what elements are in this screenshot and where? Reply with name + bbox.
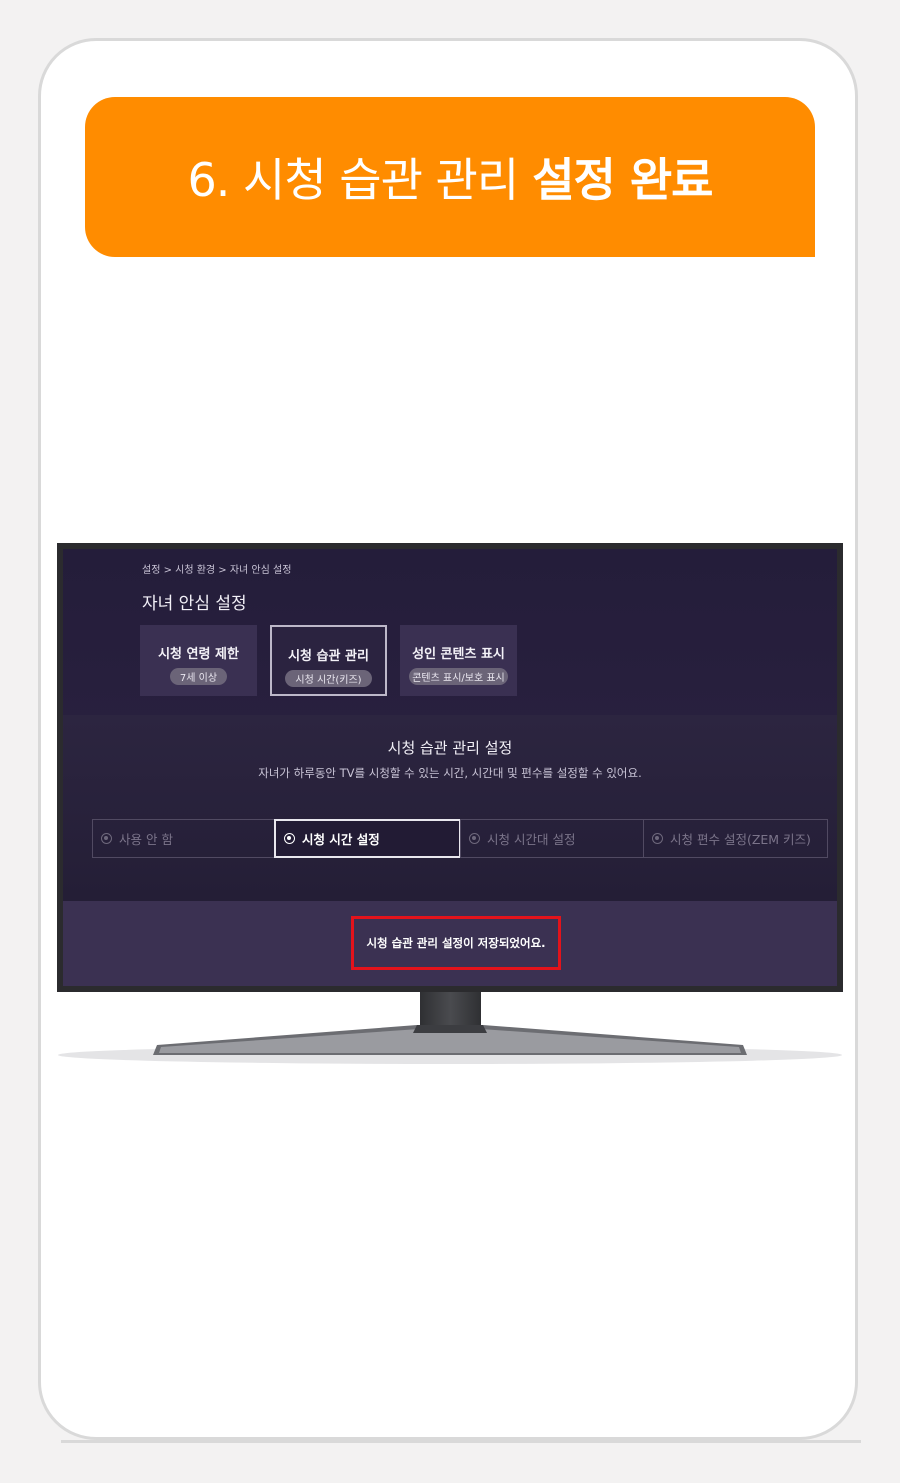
saved-toast: 시청 습관 관리 설정이 저장되었어요. xyxy=(351,916,561,970)
panel-description: 자녀가 하루동안 TV를 시청할 수 있는 시간, 시간대 및 편수를 설정할 … xyxy=(258,766,642,780)
option-label: 시청 시간대 설정 xyxy=(487,832,576,847)
category-badge: 콘텐츠 표시/보호 표시 xyxy=(409,668,508,685)
option-label: 시청 편수 설정(ZEM 키즈) xyxy=(670,832,811,847)
category-card-age-limit[interactable]: 시청 연령 제한 7세 이상 xyxy=(140,625,257,696)
radio-selected-icon xyxy=(284,833,295,844)
settings-panel: 시청 습관 관리 설정 자녀가 하루동안 TV를 시청할 수 있는 시간, 시간… xyxy=(63,715,837,901)
tv-screen: 설정 > 시청 환경 > 자녀 안심 설정 자녀 안심 설정 시청 연령 제한 … xyxy=(63,549,837,986)
category-card-adult-content[interactable]: 성인 콘텐츠 표시 콘텐츠 표시/보호 표시 xyxy=(400,625,517,696)
radio-icon xyxy=(101,833,112,844)
step-banner: 6. 시청 습관 관리 설정 완료 xyxy=(85,97,815,257)
banner-title: 6. 시청 습관 관리 xyxy=(187,153,520,207)
option-disabled[interactable]: 사용 안 함 xyxy=(92,819,275,858)
panel-title: 시청 습관 관리 설정 xyxy=(387,739,513,757)
radio-icon xyxy=(652,833,663,844)
category-name: 시청 연령 제한 xyxy=(158,647,239,662)
page-title: 자녀 안심 설정 xyxy=(142,594,247,614)
banner-title-emphasis: 설정 완료 xyxy=(532,153,713,207)
option-label: 사용 안 함 xyxy=(119,832,173,847)
tv-frame: 설정 > 시청 환경 > 자녀 안심 설정 자녀 안심 설정 시청 연령 제한 … xyxy=(57,543,843,992)
category-badge: 시청 시간(키즈) xyxy=(285,670,372,687)
breadcrumb: 설정 > 시청 환경 > 자녀 안심 설정 xyxy=(142,565,292,576)
toast-message: 시청 습관 관리 설정이 저장되었어요. xyxy=(366,936,546,950)
category-badge: 7세 이상 xyxy=(169,668,228,685)
option-label: 시청 시간 설정 xyxy=(302,832,380,847)
category-name: 성인 콘텐츠 표시 xyxy=(412,647,505,662)
toast-bar: 시청 습관 관리 설정이 저장되었어요. xyxy=(63,901,837,986)
category-card-viewing-habits[interactable]: 시청 습관 관리 시청 시간(키즈) xyxy=(270,625,387,696)
option-episode-count[interactable]: 시청 편수 설정(ZEM 키즈) xyxy=(643,819,828,858)
option-viewing-time[interactable]: 시청 시간 설정 xyxy=(274,819,461,858)
category-name: 시청 습관 관리 xyxy=(288,649,369,664)
option-time-slot[interactable]: 시청 시간대 설정 xyxy=(460,819,644,858)
tv-stand-base xyxy=(58,1025,842,1064)
radio-icon xyxy=(469,833,480,844)
